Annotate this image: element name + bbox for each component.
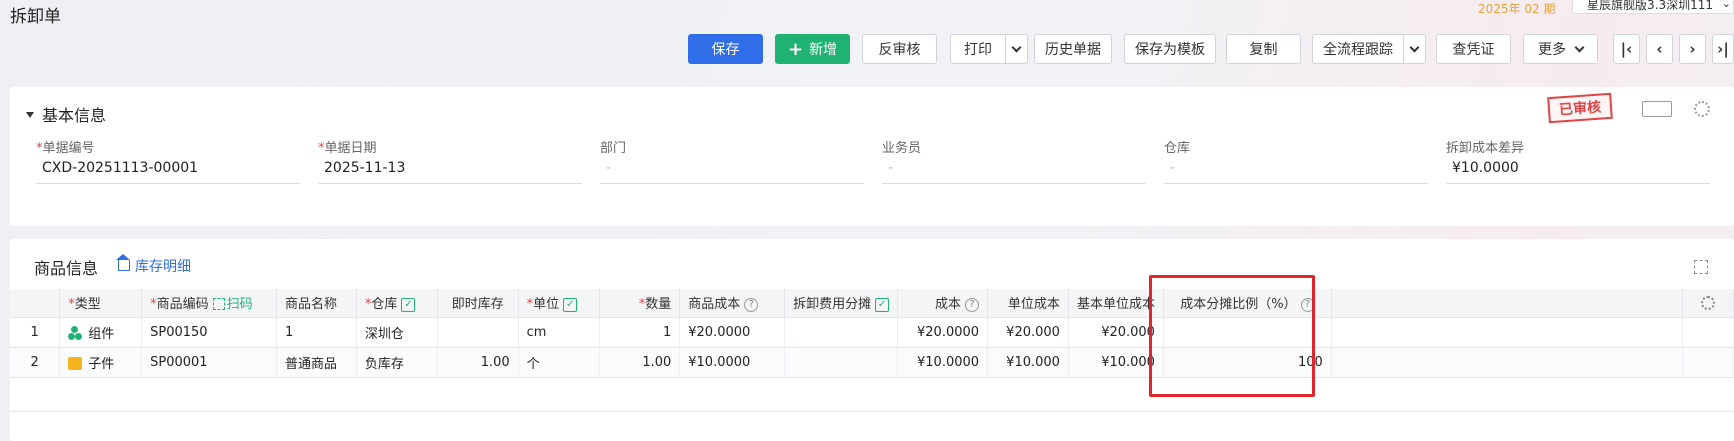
cost-diff-value: ¥10.0000: [1446, 160, 1710, 184]
scan-icon: [212, 297, 225, 310]
field-label: 单据日期: [324, 141, 377, 156]
chevron-down-icon: ⌄: [1721, 0, 1731, 10]
field-salesperson: 业务员 -: [882, 137, 1146, 184]
help-icon[interactable]: ?: [1300, 297, 1315, 312]
gear-icon: [1701, 295, 1716, 310]
voucher-button[interactable]: 查凭证: [1436, 34, 1511, 64]
field-cost-diff: 拆卸成本差异 ¥10.0000: [1446, 137, 1710, 184]
print-split-button: 打印: [950, 34, 1028, 64]
col-fee-alloc: 拆卸费用分摊 ✓: [784, 289, 899, 318]
goods-table: *类型 *商品编码 扫码 商品名称 *仓库 ✓ 即时库存 *单位 ✓ *数量 商品成本…: [10, 289, 1734, 412]
col-cost: 成本?: [897, 289, 989, 318]
field-department: 部门 -: [600, 137, 864, 184]
next-record-button[interactable]: ›: [1679, 34, 1706, 64]
fullscreen-icon[interactable]: [1694, 260, 1708, 274]
warehouse-input[interactable]: -: [1164, 160, 1428, 184]
basic-info-title: 基本信息: [42, 106, 107, 125]
table-header-row: *类型 *商品编码 扫码 商品名称 *仓库 ✓ 即时库存 *单位 ✓ *数量 商品成本…: [10, 289, 1734, 318]
accounting-period: 2025年 02 期: [1478, 2, 1556, 16]
basic-info-card: 基本信息 已审核 *单据编号 CXD-20251113-00001 *单据日期 …: [10, 87, 1734, 226]
stock-detail-link[interactable]: 库存明细: [116, 254, 191, 276]
table-row[interactable]: 2 子件 SP00001 普通商品 负库存 1.00 个 1.00 ¥10.00…: [10, 347, 1734, 378]
first-record-button[interactable]: |‹: [1613, 34, 1640, 64]
account-name: 星辰旗舰版3.3深圳111: [1587, 0, 1713, 12]
copy-button[interactable]: 复制: [1226, 34, 1301, 64]
salesperson-input[interactable]: -: [882, 160, 1146, 184]
collapse-triangle-icon: [26, 112, 34, 118]
audited-stamp: 已审核: [1547, 92, 1613, 124]
goods-info-title: 商品信息: [34, 259, 99, 278]
col-qty: *数量: [599, 289, 681, 318]
plus-icon: +: [787, 38, 804, 60]
history-button[interactable]: 历史单据: [1034, 34, 1112, 64]
chevron-down-icon: [1409, 42, 1420, 52]
col-stock: 即时库存: [437, 289, 519, 318]
batch-edit-checkbox-icon[interactable]: ✓: [563, 297, 578, 312]
batch-edit-checkbox-icon[interactable]: ✓: [875, 297, 890, 312]
col-base-unit-cost: 基本单位成本: [1068, 289, 1164, 318]
col-warehouse: *仓库 ✓: [356, 289, 438, 318]
field-bill-date: *单据日期 2025-11-13: [318, 137, 582, 184]
bill-date-input[interactable]: 2025-11-13: [318, 160, 582, 184]
combo-icon: [68, 326, 83, 340]
chevron-down-icon: [1574, 42, 1585, 52]
table-row[interactable]: 1 组件 SP00150 1 深圳仓 cm 1 ¥20.0000 ¥20.000…: [10, 317, 1734, 348]
box-icon: [68, 356, 83, 370]
field-label: 拆卸成本差异: [1446, 141, 1525, 156]
department-input[interactable]: -: [600, 160, 864, 184]
add-button[interactable]: + 新增: [775, 34, 850, 64]
basic-info-toggle[interactable]: 基本信息: [26, 102, 106, 126]
field-label: 业务员: [882, 141, 922, 156]
table-row-empty: [10, 377, 1734, 412]
help-icon[interactable]: ?: [744, 297, 759, 312]
col-unit-cost: 单位成本: [987, 289, 1069, 318]
scan-button[interactable]: 扫码: [212, 297, 253, 312]
print-button[interactable]: 打印: [950, 34, 1006, 64]
more-button[interactable]: 更多: [1523, 34, 1598, 64]
stock-detail-label: 库存明细: [135, 259, 191, 275]
col-name: 商品名称: [276, 289, 357, 318]
gear-icon[interactable]: [1694, 101, 1710, 117]
trace-split-button: 全流程跟踪: [1312, 34, 1426, 64]
last-record-button[interactable]: ›|: [1712, 34, 1734, 64]
field-bill-no: *单据编号 CXD-20251113-00001: [36, 137, 300, 184]
field-label: 单据编号: [42, 141, 95, 156]
field-warehouse: 仓库 -: [1164, 137, 1428, 184]
print-dropdown[interactable]: [1006, 34, 1028, 64]
save-button[interactable]: 保存: [688, 34, 763, 64]
help-icon[interactable]: ?: [965, 297, 980, 312]
page-title: 拆卸单: [10, 7, 61, 27]
more-button-label: 更多: [1538, 42, 1566, 58]
add-button-label: 新增: [809, 42, 838, 58]
trace-button[interactable]: 全流程跟踪: [1312, 34, 1404, 64]
col-unit: *单位 ✓: [518, 289, 600, 318]
account-selector[interactable]: 星辰旗舰版3.3深圳111 ⌄: [1572, 0, 1734, 14]
field-label: 部门: [600, 141, 627, 156]
trace-dropdown[interactable]: [1404, 34, 1426, 64]
chevron-down-icon: [1011, 42, 1022, 52]
column-settings[interactable]: [1682, 289, 1734, 318]
col-goods-cost: 商品成本?: [679, 289, 786, 318]
keyboard-icon[interactable]: [1642, 101, 1672, 117]
col-code: *商品编码 扫码: [141, 289, 277, 318]
unaudit-button[interactable]: 反审核: [862, 34, 937, 64]
col-type: *类型: [59, 289, 143, 318]
prev-record-button[interactable]: ‹: [1646, 34, 1673, 64]
field-label: 仓库: [1164, 141, 1191, 156]
batch-edit-checkbox-icon[interactable]: ✓: [401, 297, 416, 312]
bill-no-input[interactable]: CXD-20251113-00001: [36, 160, 300, 184]
col-alloc-ratio: 成本分摊比例（%）?: [1163, 289, 1332, 318]
goods-info-card: 商品信息 库存明细 *类型 *商品编码 扫码 商品名称 *仓库 ✓ 即时库存 *单位…: [10, 239, 1734, 441]
save-template-button[interactable]: 保存为模板: [1124, 34, 1216, 64]
warehouse-icon: [116, 254, 130, 271]
